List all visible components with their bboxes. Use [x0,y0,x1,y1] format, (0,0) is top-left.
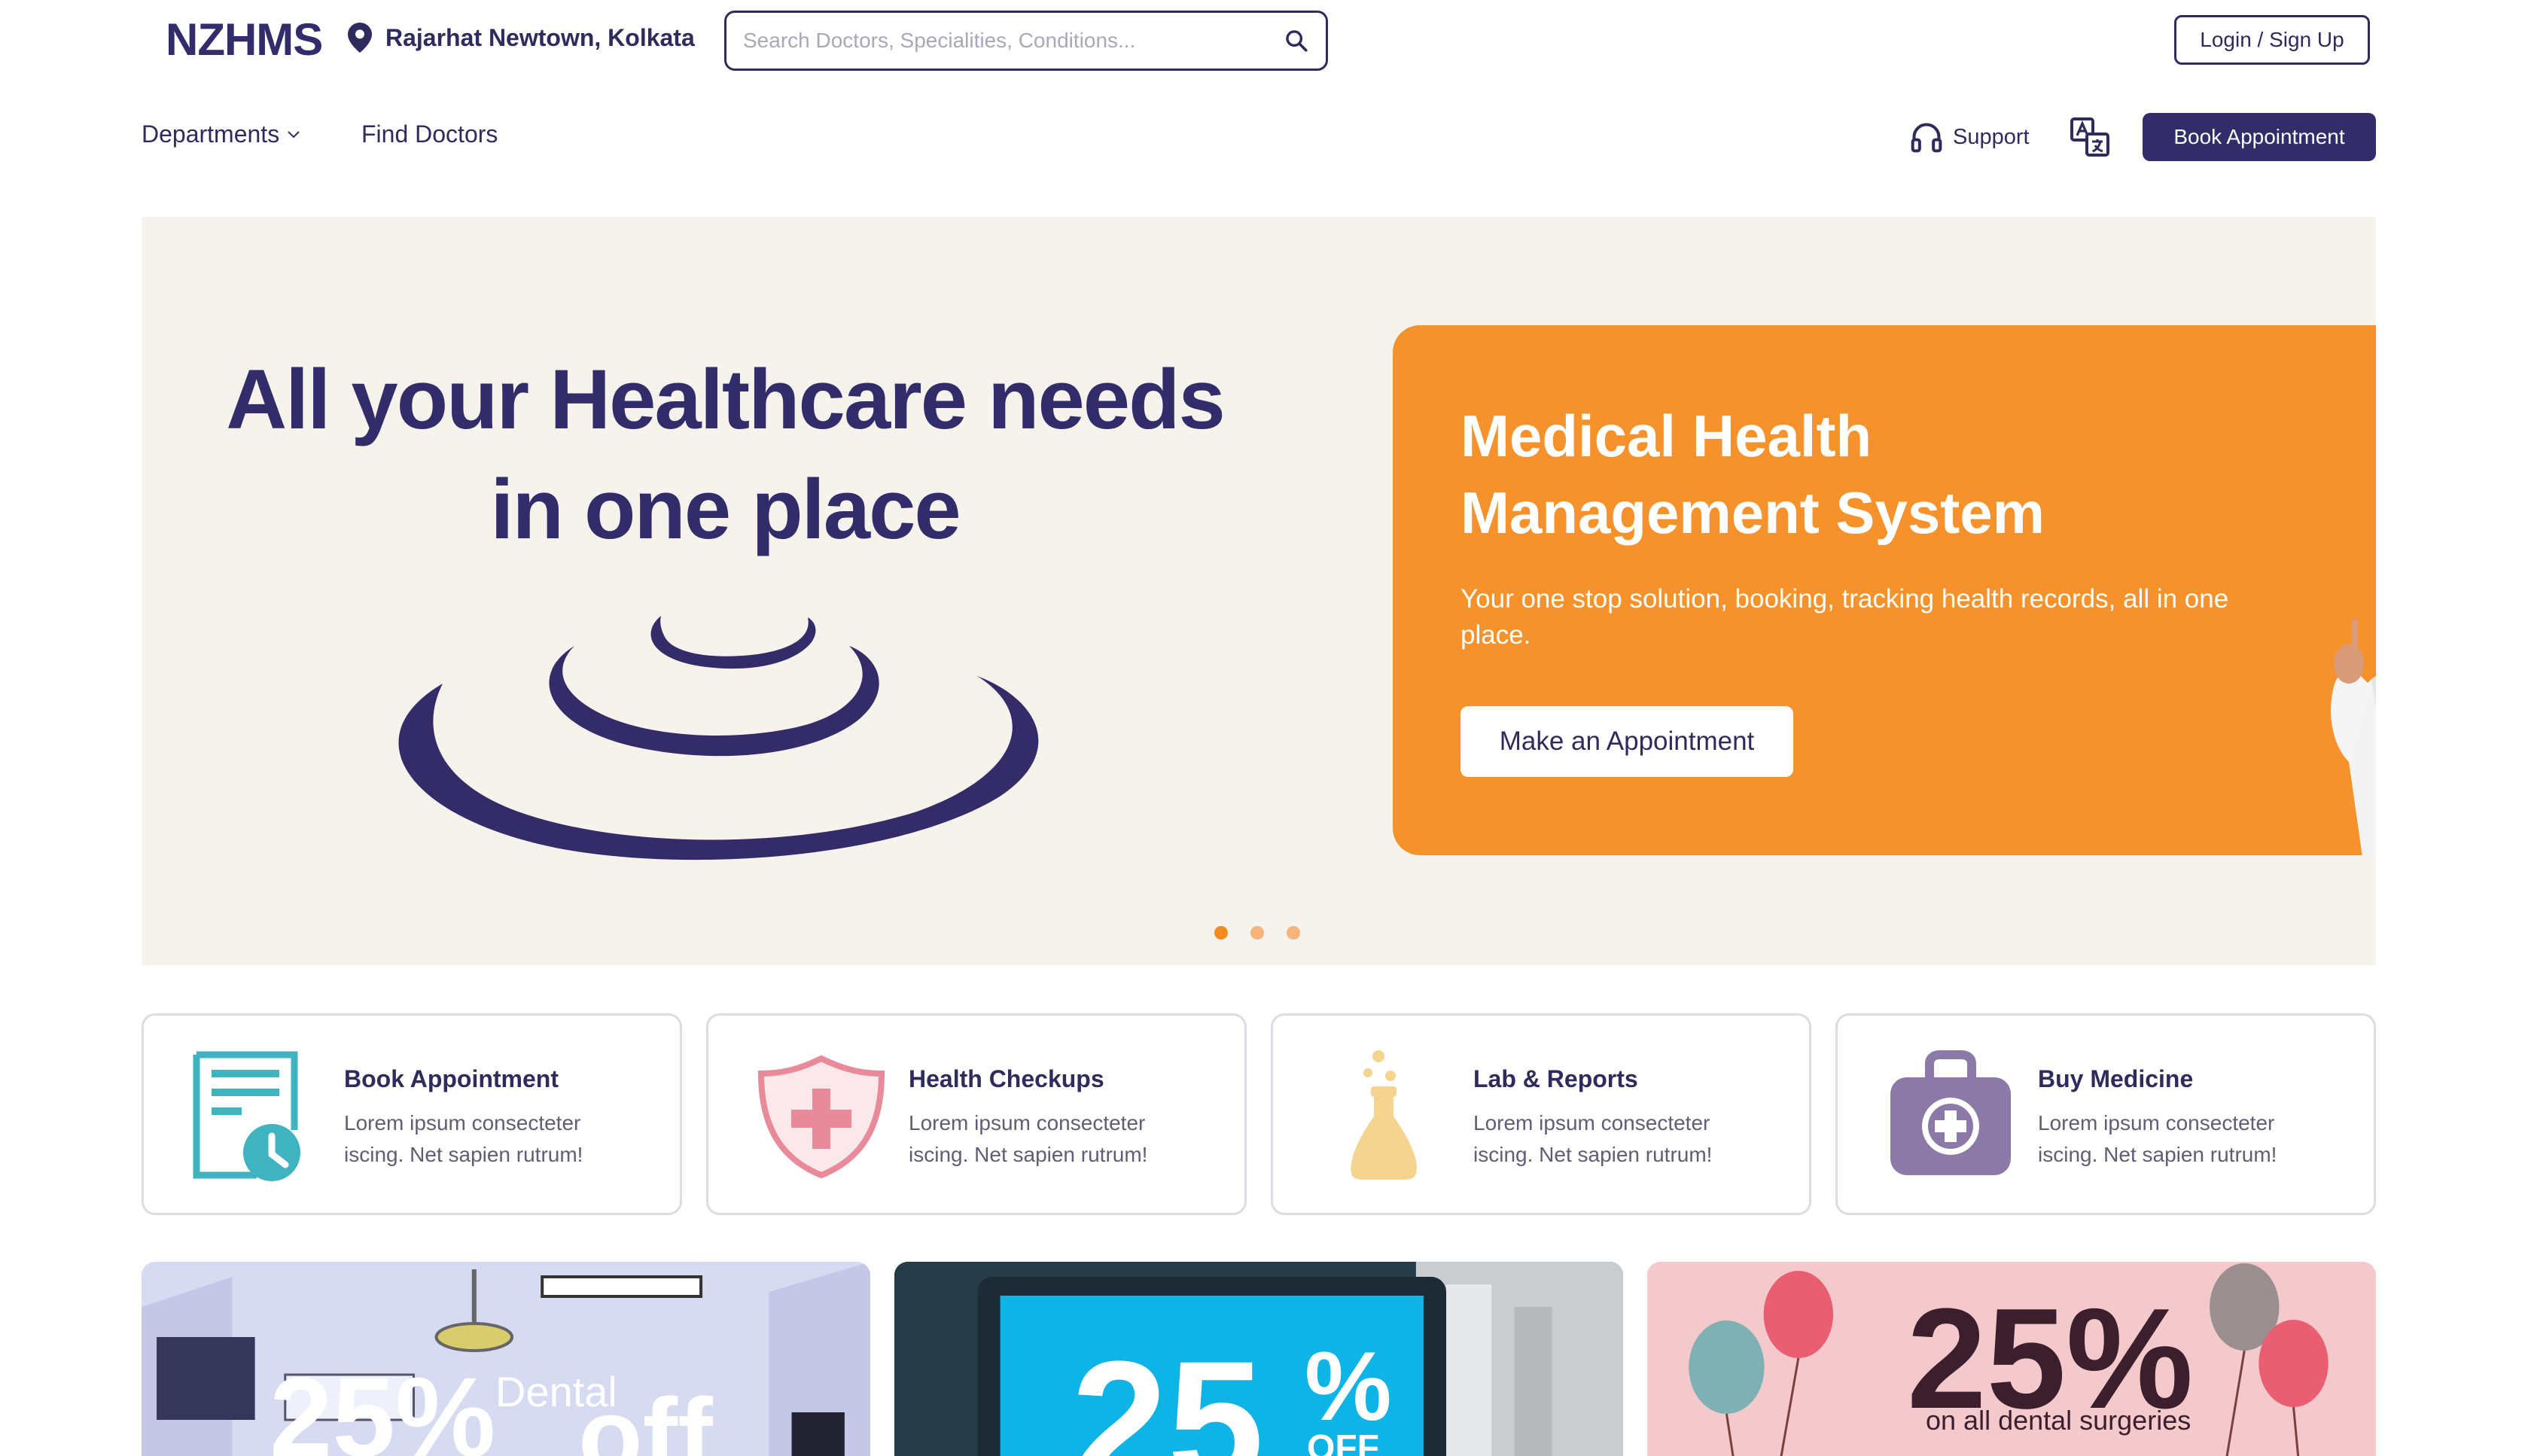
flask-icon [1351,1050,1417,1180]
appointment-clock-icon [193,1051,300,1181]
card-description: Lorem ipsum consecteter iscing. Net sapi… [344,1111,583,1166]
card-buy-medicine[interactable]: Buy Medicine Lorem ipsum consecteter isc… [1835,1013,2376,1215]
offer-banner-off[interactable]: 25 % OFF [894,1262,1623,1456]
card-title: Buy Medicine [2038,1065,2194,1092]
offer-banners: 25% Dental off 25 % OFF 25% on all denta… [142,1262,2376,1456]
card-description: Lorem ipsum consecteter iscing. Net sapi… [1473,1111,1713,1166]
medicine-bag-icon [1890,1050,2011,1175]
offer-off-label: OFF [1307,1428,1379,1456]
carousel-dot-2[interactable] [1250,926,1264,940]
card-health-checkups[interactable]: Health Checkups Lorem ipsum consecteter … [706,1013,1247,1215]
card-book-appointment[interactable]: Book Appointment Lorem ipsum consecteter… [142,1013,682,1215]
card-title: Lab & Reports [1473,1065,1638,1092]
doctor-pointing-image [2331,619,2376,855]
search-input[interactable] [743,29,1284,53]
offer-text-off: off [578,1376,713,1456]
support-link[interactable]: Support [1909,120,2030,154]
search-bar[interactable] [724,11,1328,71]
promo-card: Medical Health Management System Your on… [1393,325,2376,855]
hero-headline-line2: in one place [490,462,961,556]
hero-carousel: All your Healthcare needs in one place M… [142,217,2376,965]
card-title: Book Appointment [344,1065,559,1092]
chevron-down-icon [288,130,300,138]
offer-percent: 25% [270,1354,496,1456]
login-signup-button[interactable]: Login / Sign Up [2174,15,2370,65]
translate-icon[interactable] [2069,116,2111,158]
nav-find-doctors[interactable]: Find Doctors [361,120,498,148]
offer-banner-dental[interactable]: 25% Dental off [142,1262,870,1456]
promo-title-line1: Medical Health [1460,403,1872,469]
support-label: Support [1953,124,2030,149]
shield-plus-icon [757,1055,885,1179]
offer-banner-surgeries[interactable]: 25% on all dental surgeries [1647,1262,2376,1456]
nav-departments[interactable]: Departments [142,120,300,148]
signal-rings-graphic [398,616,1039,861]
main-nav: Departments Find Doctors Support Book Ap… [0,105,2525,166]
headphones-icon [1911,123,1942,153]
card-description: Lorem ipsum consecteter iscing. Net sapi… [2038,1111,2277,1166]
make-appointment-button[interactable]: Make an Appointment [1460,706,1793,777]
promo-subtitle: Your one stop solution, booking, trackin… [1460,584,2229,650]
feature-cards: Book Appointment Lorem ipsum consecteter… [142,1013,2376,1215]
offer-percent-sign: % [1305,1331,1392,1441]
hero-headline-line1: All your Healthcare needs [226,352,1226,446]
carousel-dots [1214,926,1300,940]
promo-title: Medical Health Management System [1460,398,2045,551]
location-selector[interactable]: Rajarhat Newtown, Kolkata [348,23,695,53]
book-appointment-button[interactable]: Book Appointment [2143,113,2376,161]
offer-big-number: 25 [1071,1325,1264,1456]
carousel-dot-3[interactable] [1287,926,1300,940]
search-icon[interactable] [1284,28,1309,53]
location-label: Rajarhat Newtown, Kolkata [385,23,695,51]
dental-clinic-illustration [142,1262,870,1456]
card-lab-reports[interactable]: Lab & Reports Lorem ipsum consecteter is… [1271,1013,1811,1215]
carousel-dot-1[interactable] [1214,926,1228,940]
top-bar: NZHMS Rajarhat Newtown, Kolkata Login / … [0,0,2525,83]
hero-headline: All your Healthcare needs in one place [142,345,1308,565]
offer-text-surgeries: on all dental surgeries [1926,1405,2191,1436]
logo[interactable]: NZHMS [166,14,323,65]
nav-departments-label: Departments [142,120,280,148]
card-description: Lorem ipsum consecteter iscing. Net sapi… [909,1111,1148,1166]
location-pin-icon [348,23,372,53]
promo-title-line2: Management System [1460,480,2045,546]
card-title: Health Checkups [909,1065,1104,1092]
